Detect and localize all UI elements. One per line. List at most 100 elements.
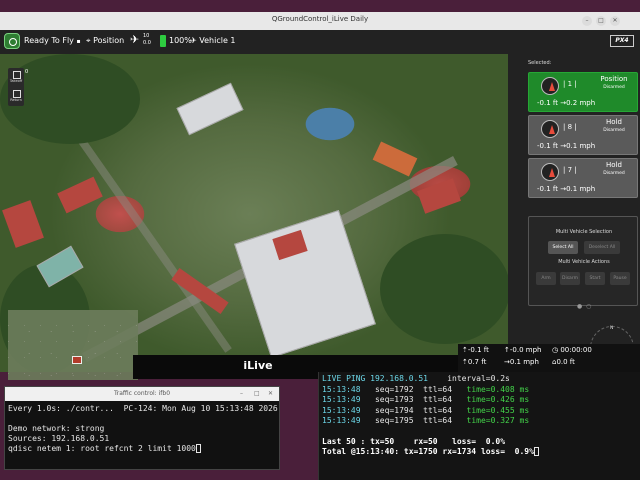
ping-interval: interval=0.2s [447, 374, 510, 383]
vehicle-selector[interactable]: ✈ Vehicle 1 [190, 36, 236, 45]
qgc-titlebar: QGroundControl_iLive Daily – □ ✕ [0, 12, 640, 30]
vehicle-marker-icon [72, 356, 82, 364]
vehicle-alt-speed: -0.1 ft →0.2 mph [537, 99, 595, 107]
qgc-logo-icon[interactable] [4, 33, 20, 49]
flight-status[interactable]: Ready To Fly ▪ [24, 36, 81, 45]
tc-line-text: qdisc netem 1: root refcnt 2 limit 1000 [8, 444, 196, 453]
multi-vehicle-box: Multi Vehicle Selection Select All Desel… [528, 216, 638, 310]
sat-hdop: 0.0 [143, 40, 151, 46]
tc-title: Traffic control: ifb0 [113, 390, 171, 397]
vspeed: ↑-0.0 mph [504, 346, 541, 354]
start-button[interactable]: Start [585, 272, 605, 285]
vehicle-arm-state: Disarmed [603, 171, 625, 176]
attitude-gauge-icon [541, 163, 559, 181]
ping-rtt: time=0.408 ms [466, 384, 530, 394]
crosshair-icon: ⌖ [86, 36, 91, 45]
vehicle-panel: Selected: | 1 | Position Disarmed -0.1 f… [508, 54, 640, 372]
vehicle-card-8[interactable]: | 8 | Hold Disarmed -0.1 ft →0.1 mph [528, 115, 638, 155]
ping-output: LIVE PING 192.168.0.51 interval=0.2s 15:1… [322, 374, 539, 458]
roof [372, 141, 418, 177]
building [176, 82, 244, 136]
telemetry-bar: ⇡-0.1 ft ↑-0.0 mph ◷ 00:00:00 ⇡0.7 ft →0… [458, 344, 640, 372]
tc-line [8, 414, 278, 424]
ping-row: 15:13:49 seq=1793 ttl=64 time=0.426 ms [322, 395, 539, 406]
px4-logo: PX4 [610, 35, 634, 47]
tc-maximize-button[interactable]: □ [254, 390, 260, 397]
ping-time: 15:13:49 [322, 395, 361, 404]
close-button[interactable]: ✕ [610, 16, 620, 26]
multi-actions-title: Multi Vehicle Actions [558, 259, 610, 265]
fly-tools: Takeoff Return [8, 68, 24, 106]
ping-seq: seq=1794 [374, 405, 414, 415]
tc-titlebar: Traffic control: ifb0 – □ ✕ [5, 387, 279, 401]
window-title: QGroundControl_iLive Daily [271, 15, 369, 23]
page-indicator[interactable]: ● ○ [577, 303, 592, 310]
ping-terminal[interactable]: LIVE PING 192.168.0.51 interval=0.2s 15:1… [318, 372, 640, 480]
plane-icon: ✈ [190, 36, 197, 45]
vehicle-id: | 7 | [563, 166, 577, 174]
tc-line: Sources: 192.168.0.51 [8, 434, 110, 443]
roof [57, 176, 103, 214]
return-button[interactable]: Return [8, 87, 24, 105]
gps-mode-label: Position [93, 36, 125, 45]
ping-seq: seq=1792 [374, 384, 414, 394]
vehicle-arm-state: Disarmed [603, 128, 625, 133]
video-caption-text: iLive [243, 359, 273, 372]
hspeed-value: 0.1 mph [509, 358, 539, 366]
ping-seq: seq=1795 [374, 416, 414, 425]
traffic-control-terminal[interactable]: Traffic control: ifb0 – □ ✕ Every 1.0s: … [4, 386, 280, 470]
gps-mode[interactable]: ⌖ Position [86, 36, 124, 46]
ping-seq: seq=1793 [374, 395, 414, 404]
vehicle-label: Vehicle 1 [199, 36, 236, 45]
vehicle-arm-state: Disarmed [603, 85, 625, 90]
clock-icon: ◷ [552, 346, 559, 354]
tc-line: qdisc netem 1: root refcnt 2 limit 1000 [8, 444, 278, 454]
ping-time: 15:13:48 [322, 384, 361, 394]
vehicle-mode: Hold [606, 118, 622, 126]
gps-indicator[interactable]: ✈ 10 0.0 [130, 33, 151, 46]
ping-total-summary: Total @15:13:40: tx=1750 rx=1734 loss= 0… [322, 447, 534, 456]
vehicle-alt: -0.1 ft [537, 99, 558, 107]
multi-selection-title: Multi Vehicle Selection [555, 229, 613, 235]
distance: ⌂0.0 ft [552, 358, 575, 366]
battery-icon[interactable] [160, 35, 166, 47]
vehicle-id: | 8 | [563, 123, 577, 131]
qgc-window: QGroundControl_iLive Daily – □ ✕ Ready T… [0, 12, 640, 380]
disarm-button[interactable]: Disarm [560, 272, 580, 285]
ping-rtt: time=0.455 ms [466, 405, 530, 415]
ping-last-summary: Last 50 : tx=50 rx=50 loss= 0.0% [322, 436, 506, 446]
minimize-button[interactable]: – [582, 16, 592, 26]
vehicle-mode: Position [600, 75, 628, 83]
arm-button[interactable]: Arm [536, 272, 556, 285]
vspeed-value: -0.0 mph [509, 346, 542, 354]
maximize-button[interactable]: □ [596, 16, 606, 26]
vehicle-mode: Hold [606, 161, 622, 169]
ping-row: 15:13:49 seq=1795 ttl=64 time=0.327 ms [322, 416, 539, 427]
vehicle-alt: -0.1 ft [537, 185, 558, 193]
vehicle-speed: 0.1 mph [566, 142, 596, 150]
tc-close-button[interactable]: ✕ [268, 390, 273, 397]
takeoff-button[interactable]: Takeoff [8, 68, 24, 86]
flight-time: ◷ 00:00:00 [552, 346, 592, 354]
ping-spacer [322, 427, 539, 437]
deselect-all-button[interactable]: Deselect All [584, 241, 620, 254]
vehicle-id: | 1 | [563, 80, 577, 88]
alt-rel: ⇡-0.1 ft [462, 346, 489, 354]
tc-minimize-button[interactable]: – [240, 390, 243, 397]
vehicle-alt-speed: -0.1 ft →0.1 mph [537, 142, 595, 150]
attitude-gauge-icon [541, 77, 559, 95]
mini-map[interactable] [8, 310, 138, 380]
vehicle-card-1[interactable]: | 1 | Position Disarmed -0.1 ft →0.2 mph [528, 72, 638, 112]
ping-ttl: ttl=64 [423, 395, 453, 404]
qgc-toolbar: Ready To Fly ▪ ⌖ Position ✈ 10 0.0 100% … [0, 30, 640, 54]
pause-button[interactable]: Pause [610, 272, 630, 285]
roof [417, 178, 461, 214]
terminal-cursor [195, 444, 201, 453]
vehicle-speed: 0.1 mph [566, 185, 596, 193]
tc-line: Every 1.0s: ./contr... PC-124: Mon Aug 1… [8, 404, 278, 413]
sat-count: 10 [143, 33, 150, 39]
ping-cmd: LIVE PING 192.168.0.51 [322, 374, 428, 383]
vehicle-card-7[interactable]: | 7 | Hold Disarmed -0.1 ft →0.1 mph [528, 158, 638, 198]
select-all-button[interactable]: Select All [548, 241, 578, 254]
alt-amsl: ⇡0.7 ft [462, 358, 486, 366]
